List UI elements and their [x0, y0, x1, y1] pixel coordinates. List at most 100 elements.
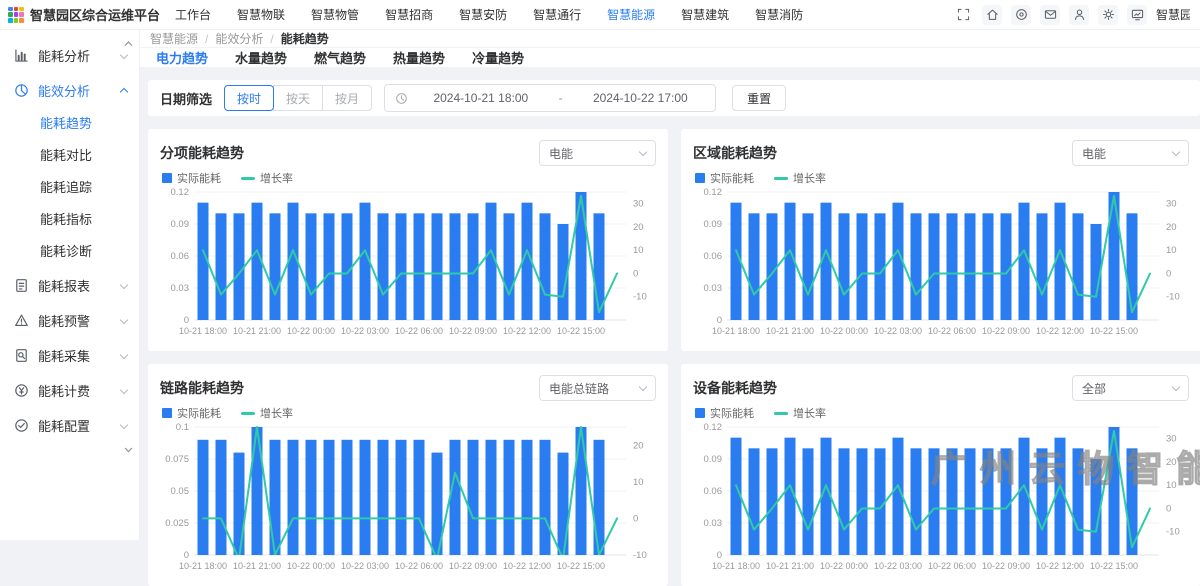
- tab-item[interactable]: 冷量趋势: [472, 48, 524, 67]
- tab-item[interactable]: 水量趋势: [235, 48, 287, 67]
- sidebar-item[interactable]: 能耗报表: [0, 268, 139, 303]
- topnav-item[interactable]: 智慧建筑: [668, 0, 742, 30]
- svg-text:0.1: 0.1: [176, 422, 189, 433]
- svg-text:20: 20: [1166, 457, 1177, 468]
- sidebar: 能耗分析能效分析能耗趋势能耗对比能耗追踪能耗指标能耗诊断能耗报表能耗预警能耗采集…: [0, 30, 140, 540]
- line-swatch-icon: [241, 177, 255, 180]
- topnav-item[interactable]: 工作台: [162, 0, 224, 30]
- tab-active[interactable]: 电力趋势: [156, 48, 208, 67]
- chart-metric-select[interactable]: 电能总链路: [539, 375, 656, 401]
- topnav-item[interactable]: 智慧通行: [520, 0, 594, 30]
- svg-text:0.03: 0.03: [704, 283, 723, 294]
- topnav-item[interactable]: 智慧招商: [372, 0, 446, 30]
- date-mode-button[interactable]: 按月: [322, 85, 372, 111]
- home-icon[interactable]: [982, 5, 1002, 25]
- topnav-item[interactable]: 智慧能源: [594, 0, 668, 30]
- svg-text:10-22 03:00: 10-22 03:00: [874, 326, 922, 336]
- svg-text:10-22 12:00: 10-22 12:00: [1036, 561, 1084, 571]
- end-date-value[interactable]: 2024-10-22 17:00: [576, 91, 706, 105]
- legend-item-line[interactable]: 增长率: [774, 405, 826, 421]
- legend-label: 实际能耗: [177, 170, 221, 186]
- charts-grid: 分项能耗趋势电能实际能耗增长率0.120.090.060.0303020100-…: [148, 129, 1200, 586]
- tab-item[interactable]: 燃气趋势: [314, 48, 366, 67]
- topnav-item[interactable]: 智慧安防: [446, 0, 520, 30]
- user-icon[interactable]: [1069, 5, 1089, 25]
- legend-item-line[interactable]: 增长率: [241, 405, 293, 421]
- svg-text:30: 30: [1166, 199, 1177, 210]
- mail-icon[interactable]: [1040, 5, 1060, 25]
- legend-item-bar[interactable]: 实际能耗: [162, 405, 221, 421]
- reset-button[interactable]: 重置: [732, 85, 786, 111]
- svg-text:-10: -10: [1166, 292, 1180, 303]
- start-date-value[interactable]: 2024-10-21 18:00: [416, 91, 546, 105]
- gear-icon[interactable]: [1098, 5, 1118, 25]
- sidebar-subitem[interactable]: 能耗对比: [0, 140, 139, 172]
- svg-text:0.09: 0.09: [171, 219, 190, 230]
- svg-text:30: 30: [1166, 434, 1177, 445]
- sidebar-subitem[interactable]: 能耗追踪: [0, 172, 139, 204]
- chart-plot: 0.10.0750.050.025020100-1010-21 18:0010-…: [160, 421, 656, 573]
- svg-text:10-21 21:00: 10-21 21:00: [766, 561, 814, 571]
- legend-label: 增长率: [793, 405, 826, 421]
- monitor-icon[interactable]: [1127, 5, 1147, 25]
- breadcrumb-item[interactable]: 能效分析: [215, 30, 263, 47]
- chevron-down-icon: [120, 385, 128, 393]
- svg-text:0.12: 0.12: [171, 187, 190, 198]
- fullscreen-icon[interactable]: [953, 5, 973, 25]
- topnav: 智慧园区综合运维平台 工作台智慧物联智慧物管智慧招商智慧安防智慧通行智慧能源智慧…: [0, 0, 1200, 30]
- date-range-picker[interactable]: 2024-10-21 18:00 - 2024-10-22 17:00: [384, 84, 716, 112]
- user-name[interactable]: 智慧园: [1156, 6, 1190, 23]
- chart-legend: 实际能耗 增长率: [695, 170, 1189, 186]
- sidebar-scroll-down-icon[interactable]: [123, 444, 134, 455]
- legend-item-line[interactable]: 增长率: [774, 170, 826, 186]
- sidebar-scroll-up-icon[interactable]: [123, 38, 134, 49]
- svg-text:10-22 03:00: 10-22 03:00: [874, 561, 922, 571]
- x-axis-labels: 10-21 18:0010-21 21:0010-22 00:0010-22 0…: [179, 326, 605, 336]
- topnav-item[interactable]: 智慧物管: [298, 0, 372, 30]
- sidebar-item[interactable]: 能效分析: [0, 73, 139, 108]
- chevron-down-icon: [639, 383, 647, 391]
- chart-metric-select[interactable]: 电能: [539, 140, 656, 166]
- chart-metric-select[interactable]: 全部: [1072, 375, 1189, 401]
- legend-item-bar[interactable]: 实际能耗: [695, 170, 754, 186]
- chevron-up-icon: [120, 88, 128, 96]
- target-icon[interactable]: [1011, 5, 1031, 25]
- sidebar-subitem[interactable]: 能耗趋势: [0, 108, 139, 140]
- clock-icon: [395, 92, 408, 105]
- legend-label: 实际能耗: [177, 405, 221, 421]
- legend-label: 增长率: [793, 170, 826, 186]
- chart-title: 设备能耗趋势: [693, 378, 777, 398]
- sidebar-subitem[interactable]: 能耗诊断: [0, 236, 139, 268]
- sidebar-item-label: 能耗采集: [38, 346, 90, 365]
- topnav-item[interactable]: 智慧物联: [224, 0, 298, 30]
- chart-metric-select[interactable]: 电能: [1072, 140, 1189, 166]
- date-mode-group: 按时按天按月: [224, 85, 372, 111]
- chart-legend: 实际能耗 增长率: [695, 405, 1189, 421]
- svg-text:0: 0: [184, 550, 189, 561]
- sidebar-item[interactable]: 能耗预警: [0, 303, 139, 338]
- bars-series: [198, 427, 605, 555]
- report-icon: [14, 278, 29, 293]
- x-axis-labels: 10-21 18:0010-21 21:0010-22 00:0010-22 0…: [712, 326, 1138, 336]
- sidebar-item[interactable]: 能耗采集: [0, 338, 139, 373]
- date-filter-card: 日期筛选 按时按天按月 2024-10-21 18:00 - 2024-10-2…: [148, 80, 1200, 116]
- sidebar-item-label: 能耗预警: [38, 311, 90, 330]
- tab-item[interactable]: 热量趋势: [393, 48, 445, 67]
- app-logo: 智慧园区综合运维平台: [8, 5, 160, 24]
- legend-item-line[interactable]: 增长率: [241, 170, 293, 186]
- chart-metric-select-value: 全部: [1082, 380, 1106, 397]
- legend-item-bar[interactable]: 实际能耗: [695, 405, 754, 421]
- svg-text:10-21 18:00: 10-21 18:00: [179, 326, 227, 336]
- sidebar-item[interactable]: 能耗计费: [0, 373, 139, 408]
- legend-item-bar[interactable]: 实际能耗: [162, 170, 221, 186]
- sidebar-subitem[interactable]: 能耗指标: [0, 204, 139, 236]
- date-mode-button[interactable]: 按时: [224, 85, 274, 111]
- topnav-item[interactable]: 智慧消防: [742, 0, 816, 30]
- breadcrumb-item[interactable]: 智慧能源: [150, 30, 198, 47]
- sidebar-item[interactable]: 能耗配置: [0, 408, 139, 443]
- breadcrumb-separator: /: [270, 32, 273, 46]
- svg-text:10: 10: [633, 477, 644, 488]
- sidebar-item[interactable]: 能耗分析: [0, 38, 139, 73]
- date-mode-button[interactable]: 按天: [273, 85, 323, 111]
- svg-text:20: 20: [1166, 222, 1177, 233]
